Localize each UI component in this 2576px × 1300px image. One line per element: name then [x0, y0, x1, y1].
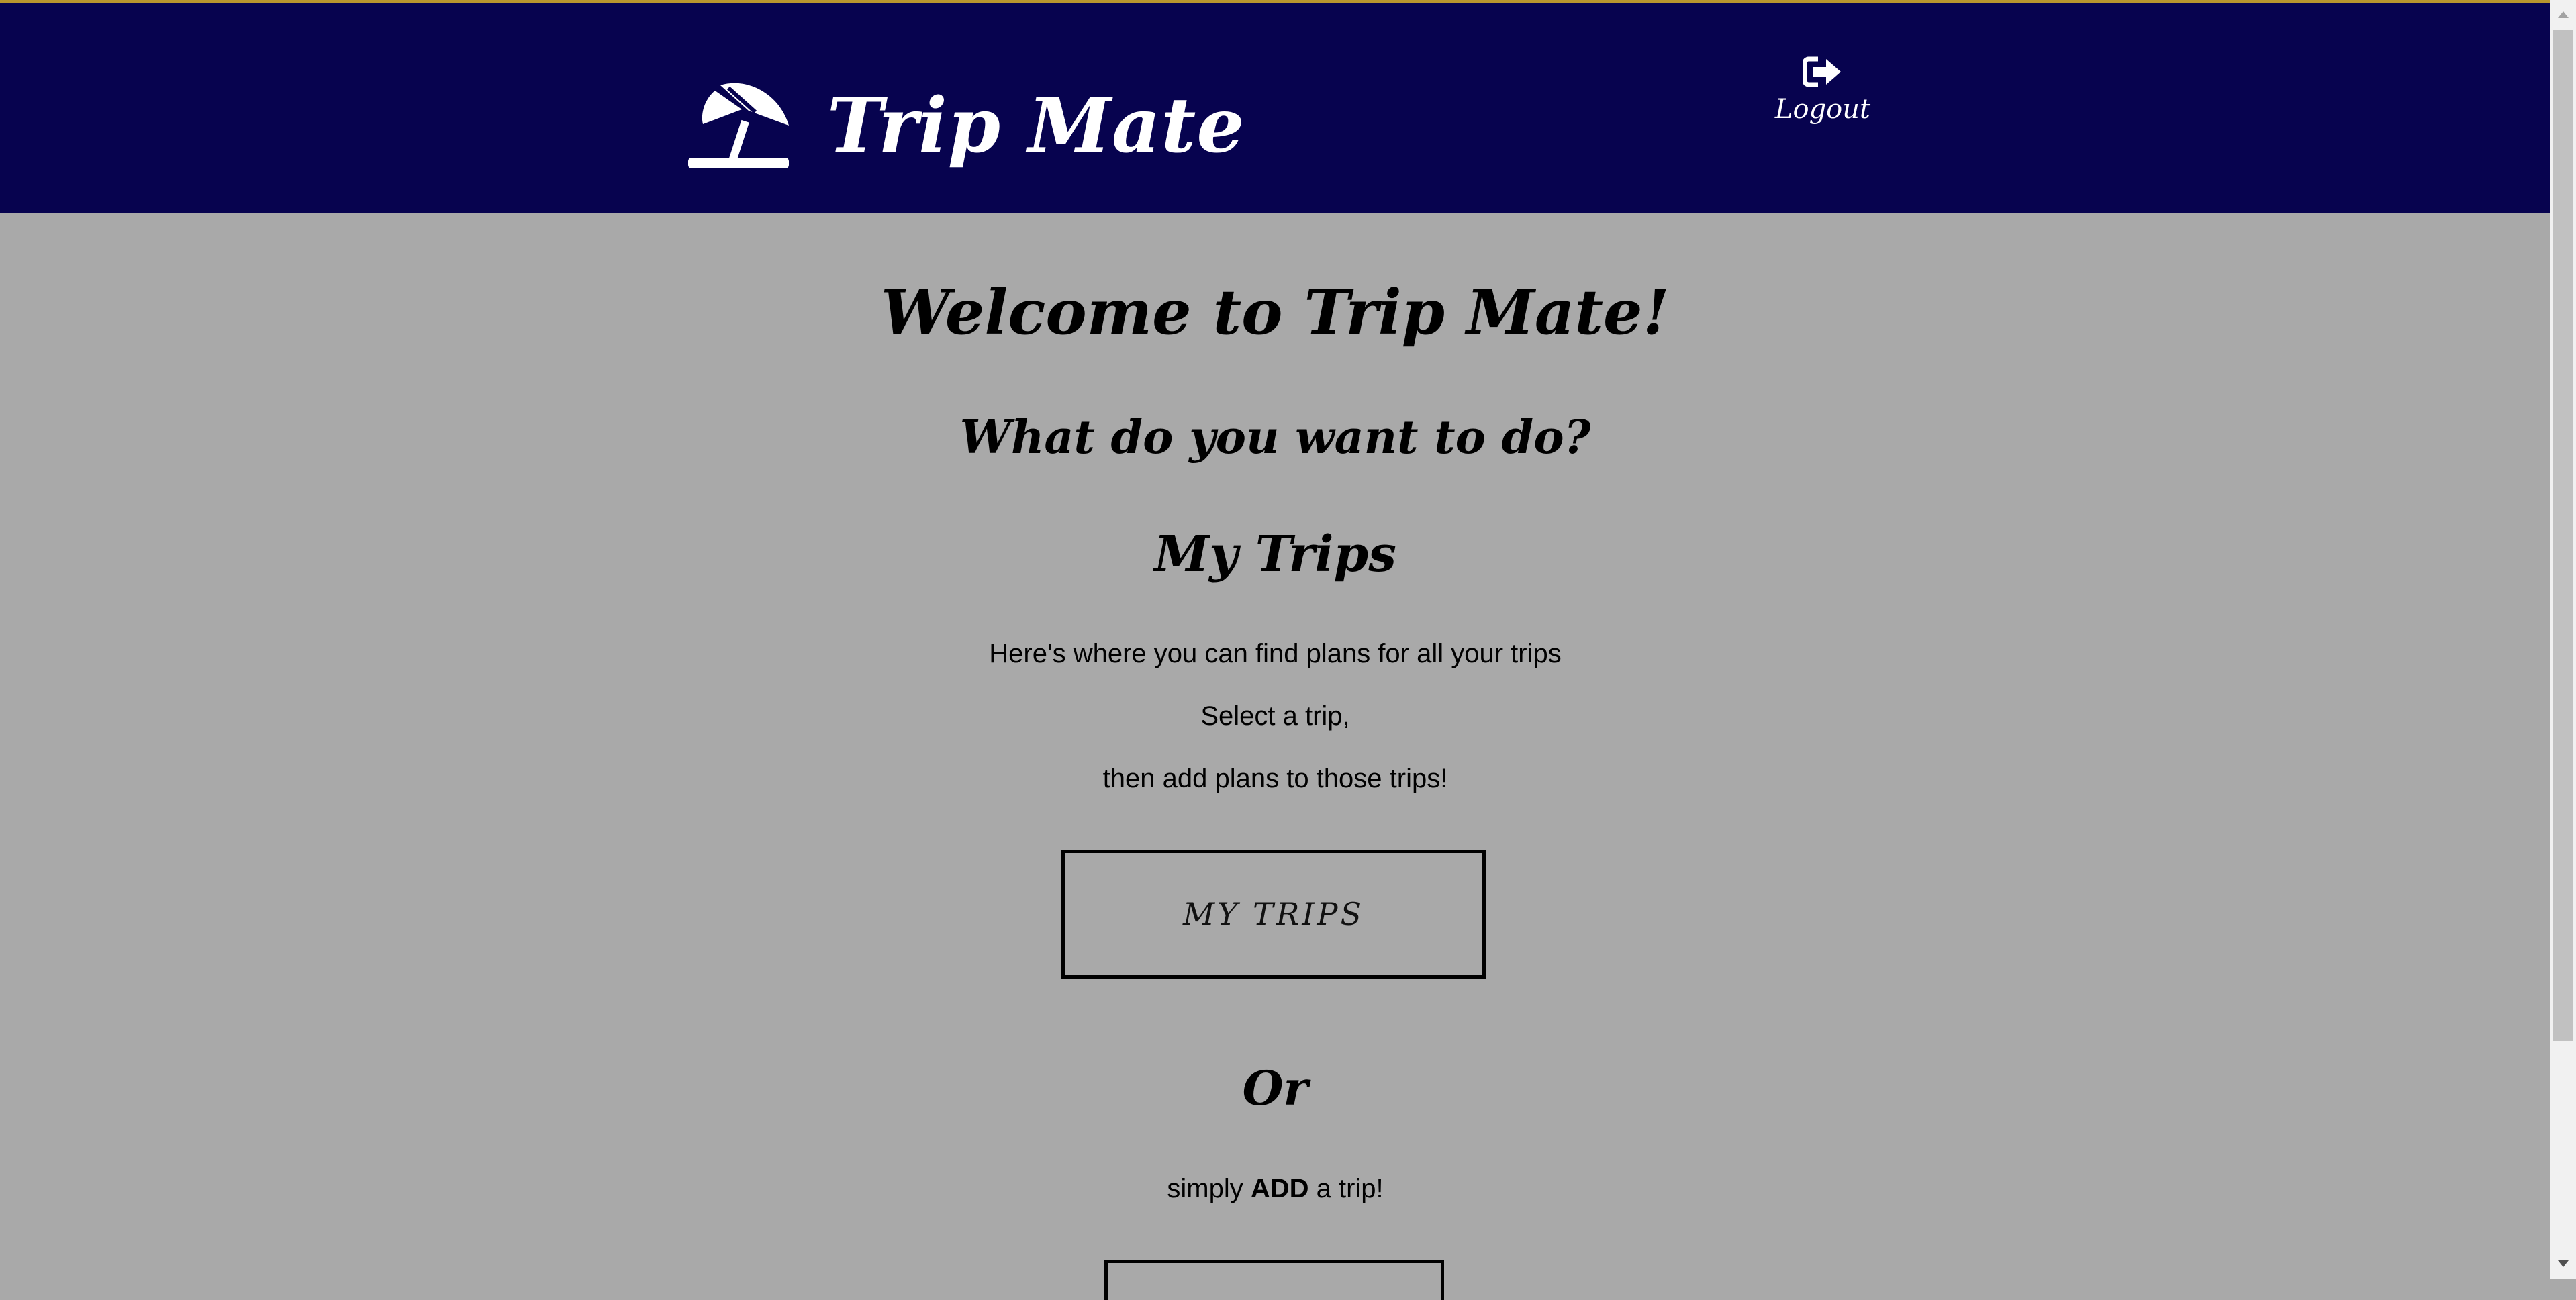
vertical-scrollbar[interactable] [2550, 0, 2576, 1279]
or-heading: Or [1242, 1060, 1308, 1116]
add-trip-prefix: simply [1167, 1174, 1251, 1203]
brand-logo[interactable]: Trip Mate [688, 75, 1245, 176]
my-trips-button[interactable]: MY TRIPS [1061, 850, 1486, 979]
welcome-heading: Welcome to Trip Mate! [881, 276, 1670, 348]
main-content: Welcome to Trip Mate! What do you want t… [0, 213, 2550, 1300]
scrollbar-thumb[interactable] [2553, 30, 2573, 1041]
add-trip-emphasis: ADD [1250, 1174, 1309, 1203]
question-heading: What do you want to do? [959, 411, 1591, 464]
site-header: Trip Mate Logout [0, 3, 2550, 213]
sign-out-icon [1803, 56, 1841, 87]
my-trips-description: then add plans to those trips! [1102, 764, 1448, 793]
brand-title: Trip Mate [827, 81, 1245, 170]
my-trips-description: Select a trip, [1200, 701, 1350, 731]
logout-label: Logout [1774, 94, 1871, 125]
add-trip-text: simply ADD a trip! [0, 1174, 2550, 1204]
logout-button[interactable]: Logout [1775, 56, 1870, 144]
scroll-up-arrow-icon[interactable] [2550, 3, 2576, 27]
my-trips-heading: My Trips [1154, 526, 1396, 583]
scroll-down-arrow-icon[interactable] [2550, 1252, 2576, 1276]
my-trips-description: Here's where you can find plans for all … [989, 639, 1562, 668]
beach-umbrella-icon [688, 83, 789, 169]
add-trip-button[interactable] [1104, 1260, 1444, 1300]
add-trip-suffix: a trip! [1308, 1174, 1384, 1203]
